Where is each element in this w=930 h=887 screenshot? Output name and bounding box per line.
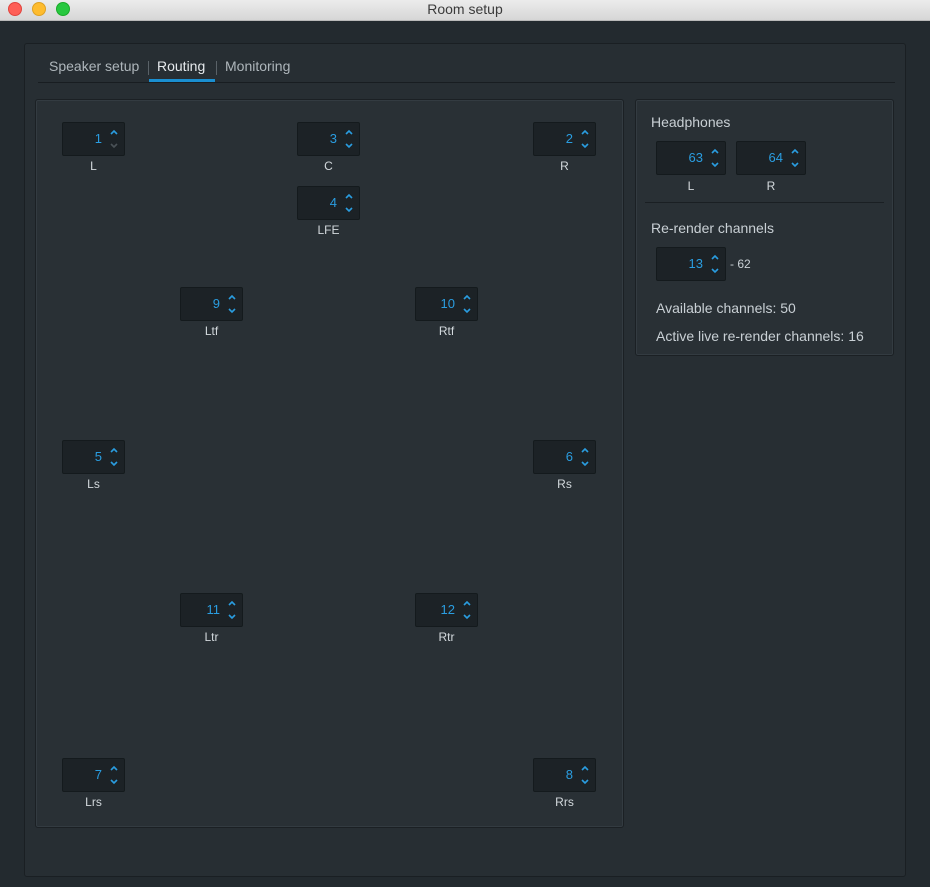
stepper-value: 1: [94, 131, 102, 146]
rerender-heading: Re-render channels: [651, 220, 774, 236]
chevron-down-icon[interactable]: [108, 458, 120, 470]
tab-bar-divider: [38, 82, 895, 83]
speaker-rrs-stepper[interactable]: 8: [533, 758, 596, 792]
chevron-up-icon[interactable]: [709, 251, 721, 263]
rerender-start-stepper[interactable]: 13: [656, 247, 726, 281]
speaker-ltr-stepper[interactable]: 11: [180, 593, 243, 627]
stepper-value: 10: [440, 296, 455, 311]
chevron-up-icon[interactable]: [108, 762, 120, 774]
chevron-up-icon[interactable]: [343, 126, 355, 138]
stepper-value: 7: [94, 767, 102, 782]
stepper-value: 64: [768, 150, 783, 165]
chevron-down-icon[interactable]: [226, 611, 238, 623]
active-rerender-channels-text: Active live re-render channels: 16: [656, 328, 864, 344]
chevron-down-icon[interactable]: [108, 776, 120, 788]
chevron-up-icon[interactable]: [709, 145, 721, 157]
tab-monitoring[interactable]: Monitoring: [225, 58, 290, 74]
speaker-rtr-label: Rtr: [438, 630, 455, 644]
stepper-value: 2: [565, 131, 573, 146]
tab-routing[interactable]: Routing: [157, 58, 205, 74]
chevron-up-icon[interactable]: [343, 190, 355, 202]
chevron-down-icon[interactable]: [461, 305, 473, 317]
speaker-r-stepper[interactable]: 2: [533, 122, 596, 156]
chevron-up-icon[interactable]: [579, 444, 591, 456]
speaker-ltr-label: Ltr: [204, 630, 219, 644]
stepper-value: 8: [565, 767, 573, 782]
chevron-up-icon[interactable]: [108, 126, 120, 138]
chevron-up-icon[interactable]: [108, 444, 120, 456]
speaker-rs-stepper[interactable]: 6: [533, 440, 596, 474]
speaker-ls-label: Ls: [87, 477, 100, 491]
speaker-r-label: R: [560, 159, 569, 173]
stepper-value: 12: [440, 602, 455, 617]
chevron-down-icon[interactable]: [579, 776, 591, 788]
window-title: Room setup: [427, 1, 503, 17]
chevron-down-icon[interactable]: [343, 140, 355, 152]
headphones-right-stepper[interactable]: 64: [736, 141, 806, 175]
rerender-end-value: - 62: [730, 257, 751, 271]
speaker-lfe-stepper[interactable]: 4: [297, 186, 360, 220]
speaker-l-stepper[interactable]: 1: [62, 122, 125, 156]
speaker-rrs-label: Rrs: [555, 795, 574, 809]
speaker-c-label: C: [324, 159, 333, 173]
speaker-lrs-label: Lrs: [85, 795, 102, 809]
stepper-value: 13: [688, 256, 703, 271]
chevron-up-icon[interactable]: [579, 762, 591, 774]
title-bar: Room setup: [0, 0, 930, 21]
chevron-down-icon[interactable]: [789, 159, 801, 171]
tab-separator: [216, 61, 217, 75]
speaker-l-label: L: [90, 159, 97, 173]
chevron-up-icon[interactable]: [789, 145, 801, 157]
headphones-right-label: R: [766, 179, 776, 193]
speaker-rtr-stepper[interactable]: 12: [415, 593, 478, 627]
stepper-value: 11: [206, 602, 221, 617]
tab-separator: [148, 61, 149, 75]
chevron-up-icon[interactable]: [461, 597, 473, 609]
chevron-down-icon[interactable]: [226, 305, 238, 317]
chevron-up-icon[interactable]: [226, 291, 238, 303]
chevron-down-icon[interactable]: [461, 611, 473, 623]
tab-speaker-setup[interactable]: Speaker setup: [49, 58, 139, 74]
section-divider: [645, 202, 884, 203]
headphones-left-stepper[interactable]: 63: [656, 141, 726, 175]
speaker-ls-stepper[interactable]: 5: [62, 440, 125, 474]
available-channels-text: Available channels: 50: [656, 300, 796, 316]
speaker-lfe-label: LFE: [317, 223, 340, 237]
speaker-rtf-label: Rtf: [438, 324, 455, 338]
stepper-value: 5: [94, 449, 102, 464]
chevron-down-icon[interactable]: [709, 159, 721, 171]
speaker-ltf-label: Ltf: [204, 324, 219, 338]
speaker-c-stepper[interactable]: 3: [297, 122, 360, 156]
chevron-down-icon[interactable]: [579, 140, 591, 152]
chevron-down-icon[interactable]: [108, 140, 120, 152]
stepper-value: 63: [688, 150, 703, 165]
speaker-rs-label: Rs: [557, 477, 572, 491]
chevron-up-icon[interactable]: [461, 291, 473, 303]
headphones-heading: Headphones: [651, 114, 731, 130]
chevron-up-icon[interactable]: [579, 126, 591, 138]
stepper-value: 3: [329, 131, 337, 146]
headphones-left-label: L: [687, 179, 695, 193]
speaker-rtf-stepper[interactable]: 10: [415, 287, 478, 321]
speaker-ltf-stepper[interactable]: 9: [180, 287, 243, 321]
stepper-value: 6: [565, 449, 573, 464]
stepper-value: 4: [329, 195, 337, 210]
chevron-down-icon[interactable]: [579, 458, 591, 470]
stepper-value: 9: [212, 296, 220, 311]
chevron-down-icon[interactable]: [343, 204, 355, 216]
speaker-lrs-stepper[interactable]: 7: [62, 758, 125, 792]
chevron-up-icon[interactable]: [226, 597, 238, 609]
chevron-down-icon[interactable]: [709, 265, 721, 277]
